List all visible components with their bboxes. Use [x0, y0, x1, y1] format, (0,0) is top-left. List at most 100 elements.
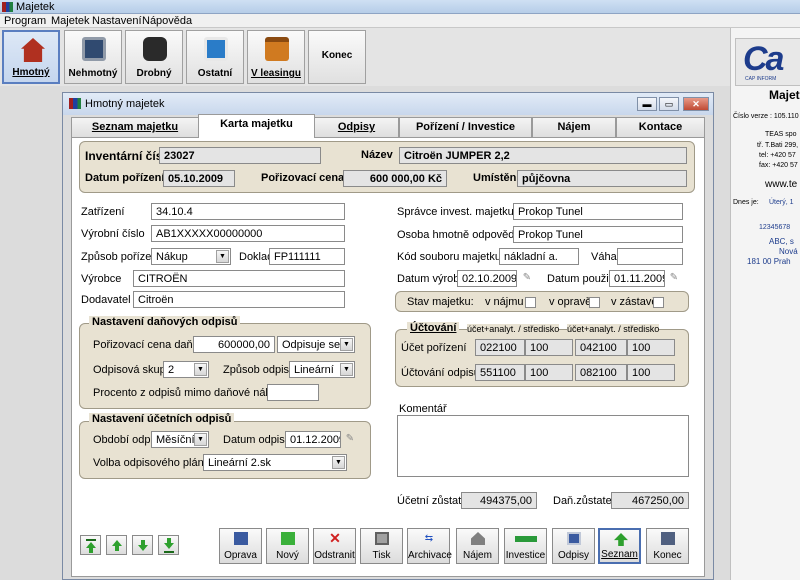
menu-napoveda[interactable]: Nápověda [142, 15, 192, 27]
dodavatel-label: Dodavatel [81, 294, 131, 306]
depreciation-icon [567, 532, 581, 545]
date-porizeni-field[interactable]: 05.10.2009 [163, 170, 235, 187]
ucet-porizeni-a[interactable]: 022100 [475, 339, 525, 356]
arrow-up-icon [614, 533, 628, 546]
tab-odpisy[interactable]: Odpisy [314, 117, 399, 137]
konec-button[interactable]: Konec [646, 528, 689, 564]
tab-kontace[interactable]: Kontace [616, 117, 705, 137]
zastave-checkbox[interactable] [653, 297, 664, 308]
button-label: Odpisy [557, 550, 590, 561]
cena-danova-field[interactable]: 600000,00 [193, 336, 275, 353]
toolbar-leasing-button[interactable]: V leasingu [247, 30, 305, 84]
odpisy-button[interactable]: Odpisy [552, 528, 595, 564]
kod-field[interactable]: nákladní a. [499, 248, 579, 265]
menu-program[interactable]: Program [4, 15, 46, 27]
uctovani-odpisu-a[interactable]: 551100 [475, 364, 525, 381]
kod-label: Kód souboru majetku [397, 251, 501, 263]
toolbar-ostatni-button[interactable]: Ostatní [186, 30, 244, 84]
dodavatel-field[interactable]: Citroën [133, 291, 345, 308]
price-field[interactable]: 600 000,00 Kč [343, 170, 447, 187]
oprave-checkbox[interactable] [589, 297, 600, 308]
ucet-porizeni-c[interactable]: 042100 [575, 339, 627, 356]
last-record-button[interactable] [158, 535, 179, 555]
zpusob-porizeni-combo[interactable]: Nákup ▼ [151, 248, 231, 265]
danove-odpisy-title: Nastavení daňových odpisů [89, 316, 241, 328]
archivace-button[interactable]: ⇆ Archivace [407, 528, 452, 564]
investice-button[interactable]: Investice [504, 528, 547, 564]
inv-field[interactable]: 23027 [159, 147, 321, 164]
ucet-porizeni-d[interactable]: 100 [627, 339, 675, 356]
toolbar-konec-button[interactable]: Konec [308, 30, 366, 84]
client-line2: Nová [779, 247, 798, 256]
vaha-field[interactable] [617, 248, 683, 265]
uctovani-title: Účtování [407, 322, 460, 334]
odpisuje-combo[interactable]: Odpisuje se ▼ [277, 336, 355, 353]
doklad-field[interactable]: FP111111 [269, 248, 345, 265]
button-label: Seznam [601, 549, 638, 560]
pen-icon[interactable]: ✎ [343, 431, 357, 448]
danovy-zustatek-field[interactable]: 467250,00 [611, 492, 689, 509]
tab-najem[interactable]: Nájem [532, 117, 616, 137]
zatrizeni-field[interactable]: 34.10.4 [151, 203, 345, 220]
date-porizeni-label: Datum pořízení [85, 172, 165, 184]
house-icon [21, 38, 45, 62]
vyrobni-field[interactable]: AB1XXXXX00000000 [151, 225, 345, 242]
first-record-button[interactable] [80, 535, 101, 555]
previous-record-button[interactable] [106, 535, 127, 555]
zastave-label: v zástavě [611, 296, 658, 308]
datum-vyroby-field[interactable]: 02.10.2009 [457, 270, 517, 287]
ucetni-zustatek-field[interactable]: 494375,00 [461, 492, 537, 509]
datum-odpisu-field[interactable]: 01.12.2009 [285, 431, 341, 448]
uctovani-col1: účet+analyt. / středisko [467, 324, 560, 334]
client-ico: 12345678 [759, 224, 791, 231]
komentar-textarea[interactable] [397, 415, 689, 477]
odpisova-skupina-combo[interactable]: 2 ▼ [163, 361, 209, 378]
menu-majetek[interactable]: Majetek [51, 15, 90, 27]
place-field[interactable]: půjčovna [517, 170, 687, 187]
novy-button[interactable]: Nový [266, 528, 309, 564]
client-line1: ABC, s [769, 237, 794, 246]
tab-karta-majetku[interactable]: Karta majetku [198, 114, 315, 138]
osoba-field[interactable]: Prokop Tunel [513, 226, 683, 243]
computer-icon [82, 37, 106, 61]
bar-icon [164, 551, 174, 553]
name-field[interactable]: Citroën JUMPER 2,2 [399, 147, 687, 164]
uctovani-odpisu-b[interactable]: 100 [525, 364, 573, 381]
next-record-button[interactable] [132, 535, 153, 555]
toolbar-hmotny-button[interactable]: Hmotný [2, 30, 60, 84]
pen-icon[interactable]: ✎ [520, 270, 534, 287]
najem-button[interactable]: Nájem [456, 528, 499, 564]
procento-field[interactable] [267, 384, 319, 401]
komentar-label: Komentář [399, 403, 447, 415]
tab-seznam-majetku[interactable]: Seznam majetku [71, 117, 199, 137]
uctovani-odpisu-d[interactable]: 100 [627, 364, 675, 381]
dialog-titlebar: Hmotný majetek ▬ ▭ ✕ [63, 93, 713, 115]
najem-checkbox[interactable] [525, 297, 536, 308]
price-label: Pořizovací cena [261, 172, 345, 184]
oprava-button[interactable]: Oprava [219, 528, 262, 564]
vyrobce-field[interactable]: CITROËN [133, 270, 345, 287]
tisk-button[interactable]: Tisk [360, 528, 403, 564]
odstranit-button[interactable]: ✕ Odstranit [313, 528, 356, 564]
spravce-field[interactable]: Prokop Tunel [513, 203, 683, 220]
menu-nastaveni[interactable]: Nastavení [92, 15, 142, 27]
plan-combo[interactable]: Lineární 2.sk ▼ [203, 454, 347, 471]
button-label: Investice [505, 550, 546, 561]
zpusob-odpisu-combo[interactable]: Lineární ▼ [289, 361, 355, 378]
datum-pouziti-field[interactable]: 01.11.2009 [609, 270, 665, 287]
chevron-down-icon: ▼ [216, 250, 229, 263]
toolbar-drobny-button[interactable]: Drobný [125, 30, 183, 84]
app-icon [2, 2, 13, 12]
ucet-porizeni-b[interactable]: 100 [525, 339, 573, 356]
toolbar-nehmotny-button[interactable]: Nehmotný [64, 30, 122, 84]
minimize-button[interactable]: ▬ [637, 97, 657, 111]
seznam-button[interactable]: Seznam [598, 528, 641, 564]
company-fax: fax: +420 57 [759, 162, 798, 169]
camera-icon [143, 37, 167, 61]
obdobi-combo[interactable]: Měsíční ▼ [151, 431, 209, 448]
maximize-button[interactable]: ▭ [659, 97, 679, 111]
tab-porizeni-investice[interactable]: Pořízení / Investice [399, 117, 532, 137]
close-button[interactable]: ✕ [683, 97, 709, 111]
uctovani-odpisu-c[interactable]: 082100 [575, 364, 627, 381]
pen-icon[interactable]: ✎ [667, 270, 681, 287]
